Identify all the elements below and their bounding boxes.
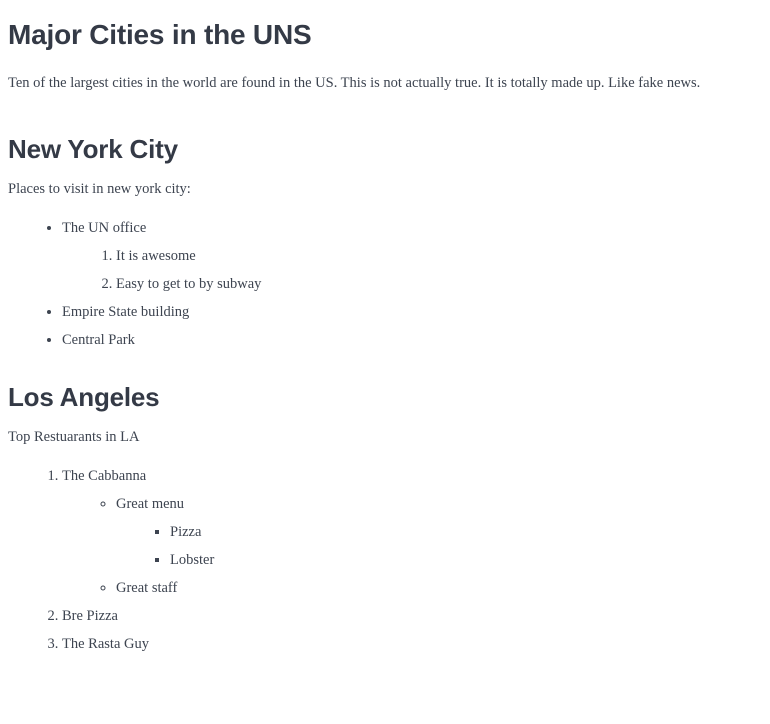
- la-restaurants-list: The Cabbanna Great menu Pizza Lobster Gr…: [8, 462, 762, 658]
- list-item-label: The UN office: [62, 220, 147, 236]
- nyc-places-list: The UN office It is awesome Easy to get …: [8, 214, 762, 354]
- intro-paragraph: Ten of the largest cities in the world a…: [8, 75, 701, 91]
- section-heading-nyc: New York City: [8, 134, 178, 164]
- list-item-label: Great menu: [116, 496, 185, 512]
- nested-unordered-list: Great menu Pizza Lobster Great staff: [62, 490, 762, 602]
- list-item: Easy to get to by subway: [116, 270, 762, 298]
- section-heading-la: Los Angeles: [8, 382, 160, 412]
- list-item-label: The Cabbanna: [62, 468, 147, 484]
- document: Major Cities in the UNS Ten of the large…: [0, 18, 770, 658]
- list-item: Central Park: [62, 326, 762, 354]
- list-item: Great menu Pizza Lobster: [116, 490, 762, 574]
- list-item: Great staff: [116, 574, 762, 602]
- page-title: Major Cities in the UNS: [8, 19, 312, 50]
- list-item: It is awesome: [116, 242, 762, 270]
- list-item: Lobster: [170, 546, 762, 574]
- list-item: The Cabbanna Great menu Pizza Lobster Gr…: [62, 462, 762, 602]
- list-item: Bre Pizza: [62, 602, 762, 630]
- section-subtitle-la: Top Restuarants in LA: [8, 429, 140, 445]
- nested-unordered-list: Pizza Lobster: [116, 518, 762, 574]
- list-item: The UN office It is awesome Easy to get …: [62, 214, 762, 298]
- nested-ordered-list: It is awesome Easy to get to by subway: [62, 242, 762, 298]
- list-item: Empire State building: [62, 298, 762, 326]
- section-subtitle-nyc: Places to visit in new york city:: [8, 181, 191, 197]
- list-item: The Rasta Guy: [62, 630, 762, 658]
- list-item: Pizza: [170, 518, 762, 546]
